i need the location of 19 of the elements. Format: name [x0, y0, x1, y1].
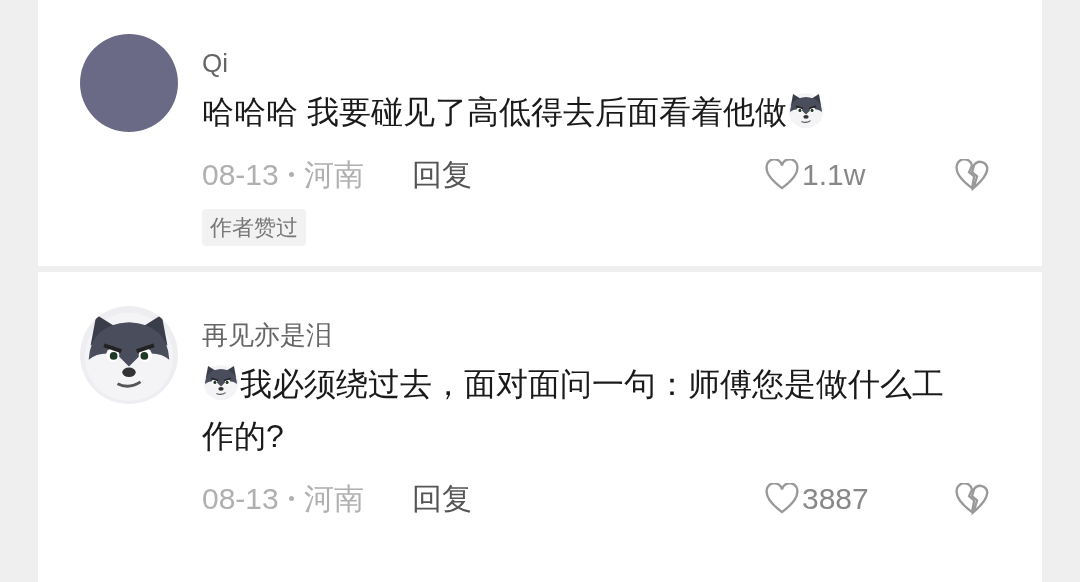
username[interactable]: Qi	[202, 46, 990, 80]
heart-icon	[764, 158, 800, 191]
comment-location: 河南	[303, 157, 364, 193]
dog-emoji-icon	[202, 363, 240, 401]
like-button[interactable]: 3887	[764, 476, 894, 521]
username[interactable]: 再见亦是泪	[202, 318, 990, 352]
comment-text: 我必须绕过去，面对面问一句：师傅您是做什么工作的?	[202, 358, 962, 462]
like-button[interactable]: 1.1w	[764, 152, 894, 197]
dog-emoji-icon	[786, 91, 825, 129]
reply-button[interactable]: 回复	[411, 476, 472, 521]
author-liked-badge: 作者赞过	[202, 209, 306, 246]
comment-date: 08-13	[202, 157, 279, 193]
comment-location: 河南	[303, 481, 364, 517]
broken-heart-icon[interactable]	[954, 482, 990, 515]
reply-button[interactable]: 回复	[411, 152, 472, 197]
heart-icon	[764, 482, 800, 515]
comment-text: 哈哈哈 我要碰见了高低得去后面看着他做	[202, 86, 962, 138]
broken-heart-icon[interactable]	[954, 158, 990, 191]
comment-date: 08-13	[202, 481, 279, 517]
